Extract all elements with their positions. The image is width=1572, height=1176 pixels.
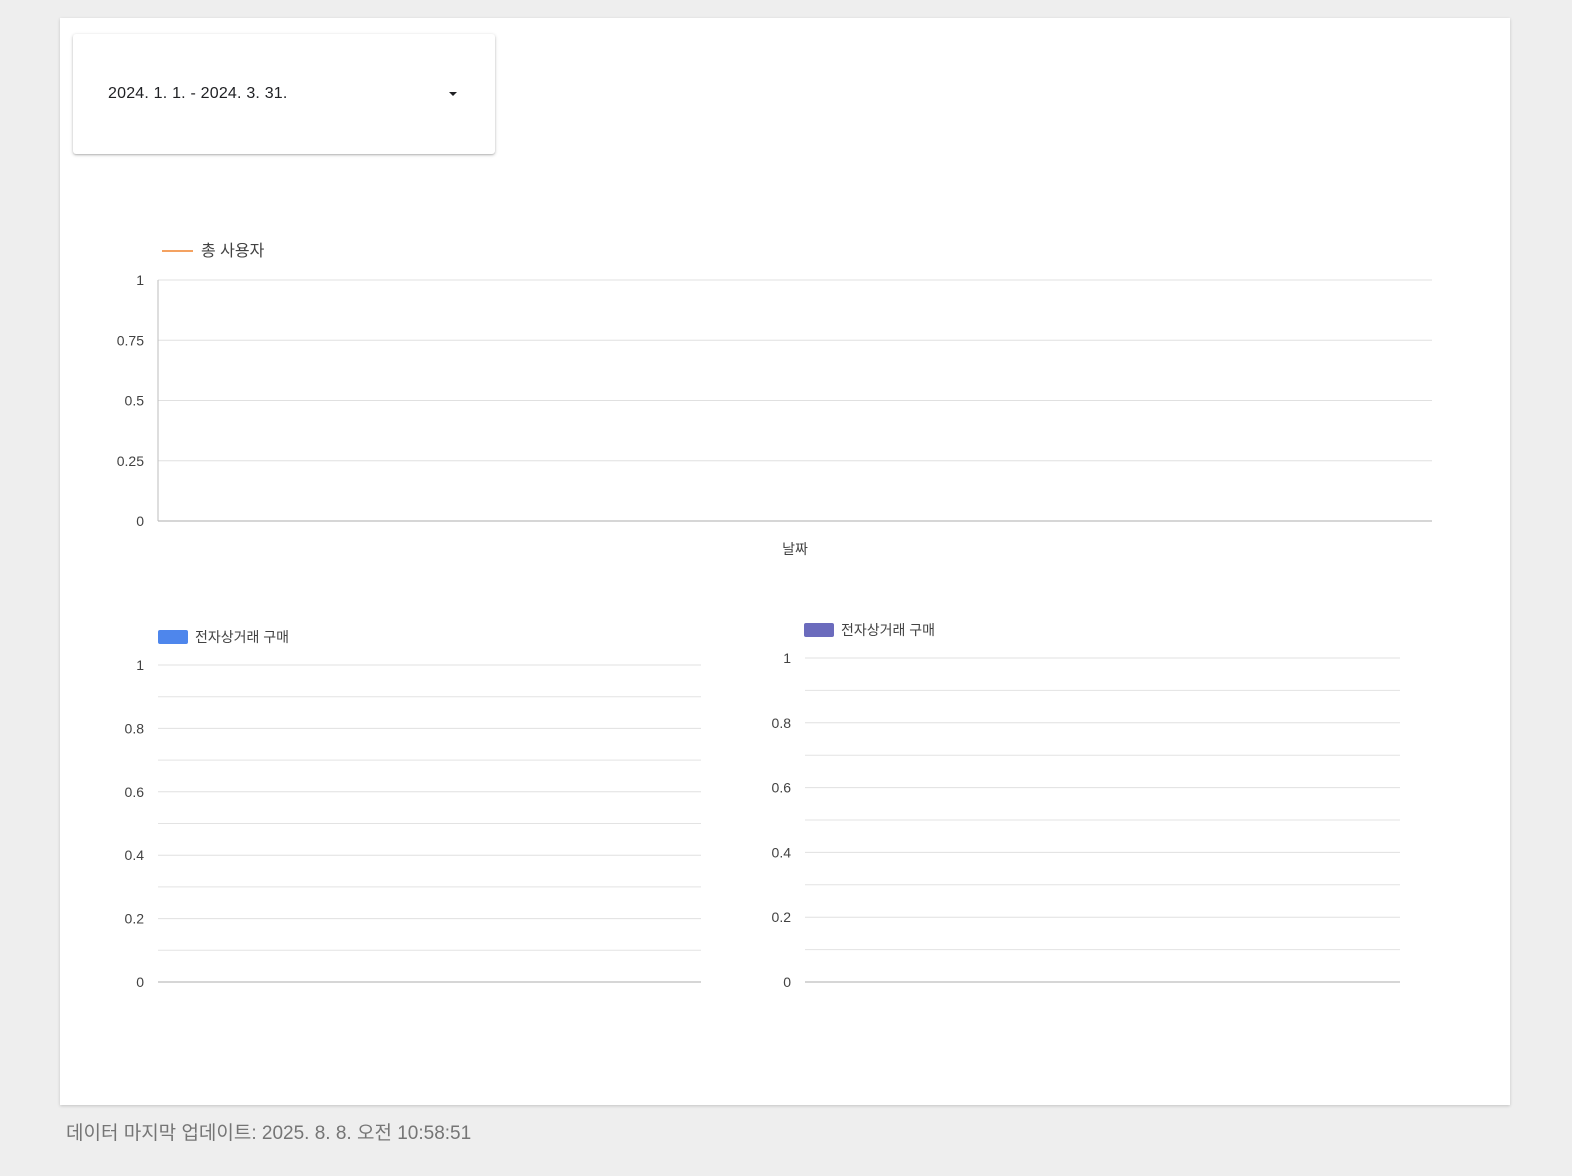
legend-label: 총 사용자 [201,242,265,260]
legend-label: 전자상거래 구매 [195,629,289,645]
y-tick-label: 1 [136,657,144,673]
y-tick-label: 0.75 [117,332,144,348]
y-tick-label: 0.2 [772,909,792,925]
y-tick-label: 0.2 [125,911,145,927]
y-tick-label: 1 [783,650,791,666]
x-axis-label: 날짜 [782,541,808,557]
y-tick-label: 0.25 [117,453,144,469]
last-updated-text: 데이터 마지막 업데이트: 2025. 8. 8. 오전 10:58:51 [66,1123,472,1144]
y-tick-label: 0.8 [125,720,145,736]
y-tick-label: 0.5 [125,393,145,409]
legend-label: 전자상거래 구매 [841,622,935,638]
y-tick-label: 1 [136,272,144,288]
y-tick-label: 0.4 [772,844,792,860]
y-tick-label: 0.6 [772,780,792,796]
y-tick-label: 0.8 [772,715,792,731]
y-tick-label: 0 [136,974,144,990]
y-tick-label: 0 [136,513,144,529]
total-users-line-chart: 0 0.25 0.5 0.75 1 총 사용자날짜 0 0.2 0.4 0.6 0.8 1 전자상거래 … [117,242,1432,990]
y-tick-label: 0.6 [125,784,145,800]
legend-swatch [158,630,188,644]
legend-swatch [804,623,834,637]
y-tick-label: 0.4 [125,847,145,863]
y-tick-label: 0 [783,974,791,990]
